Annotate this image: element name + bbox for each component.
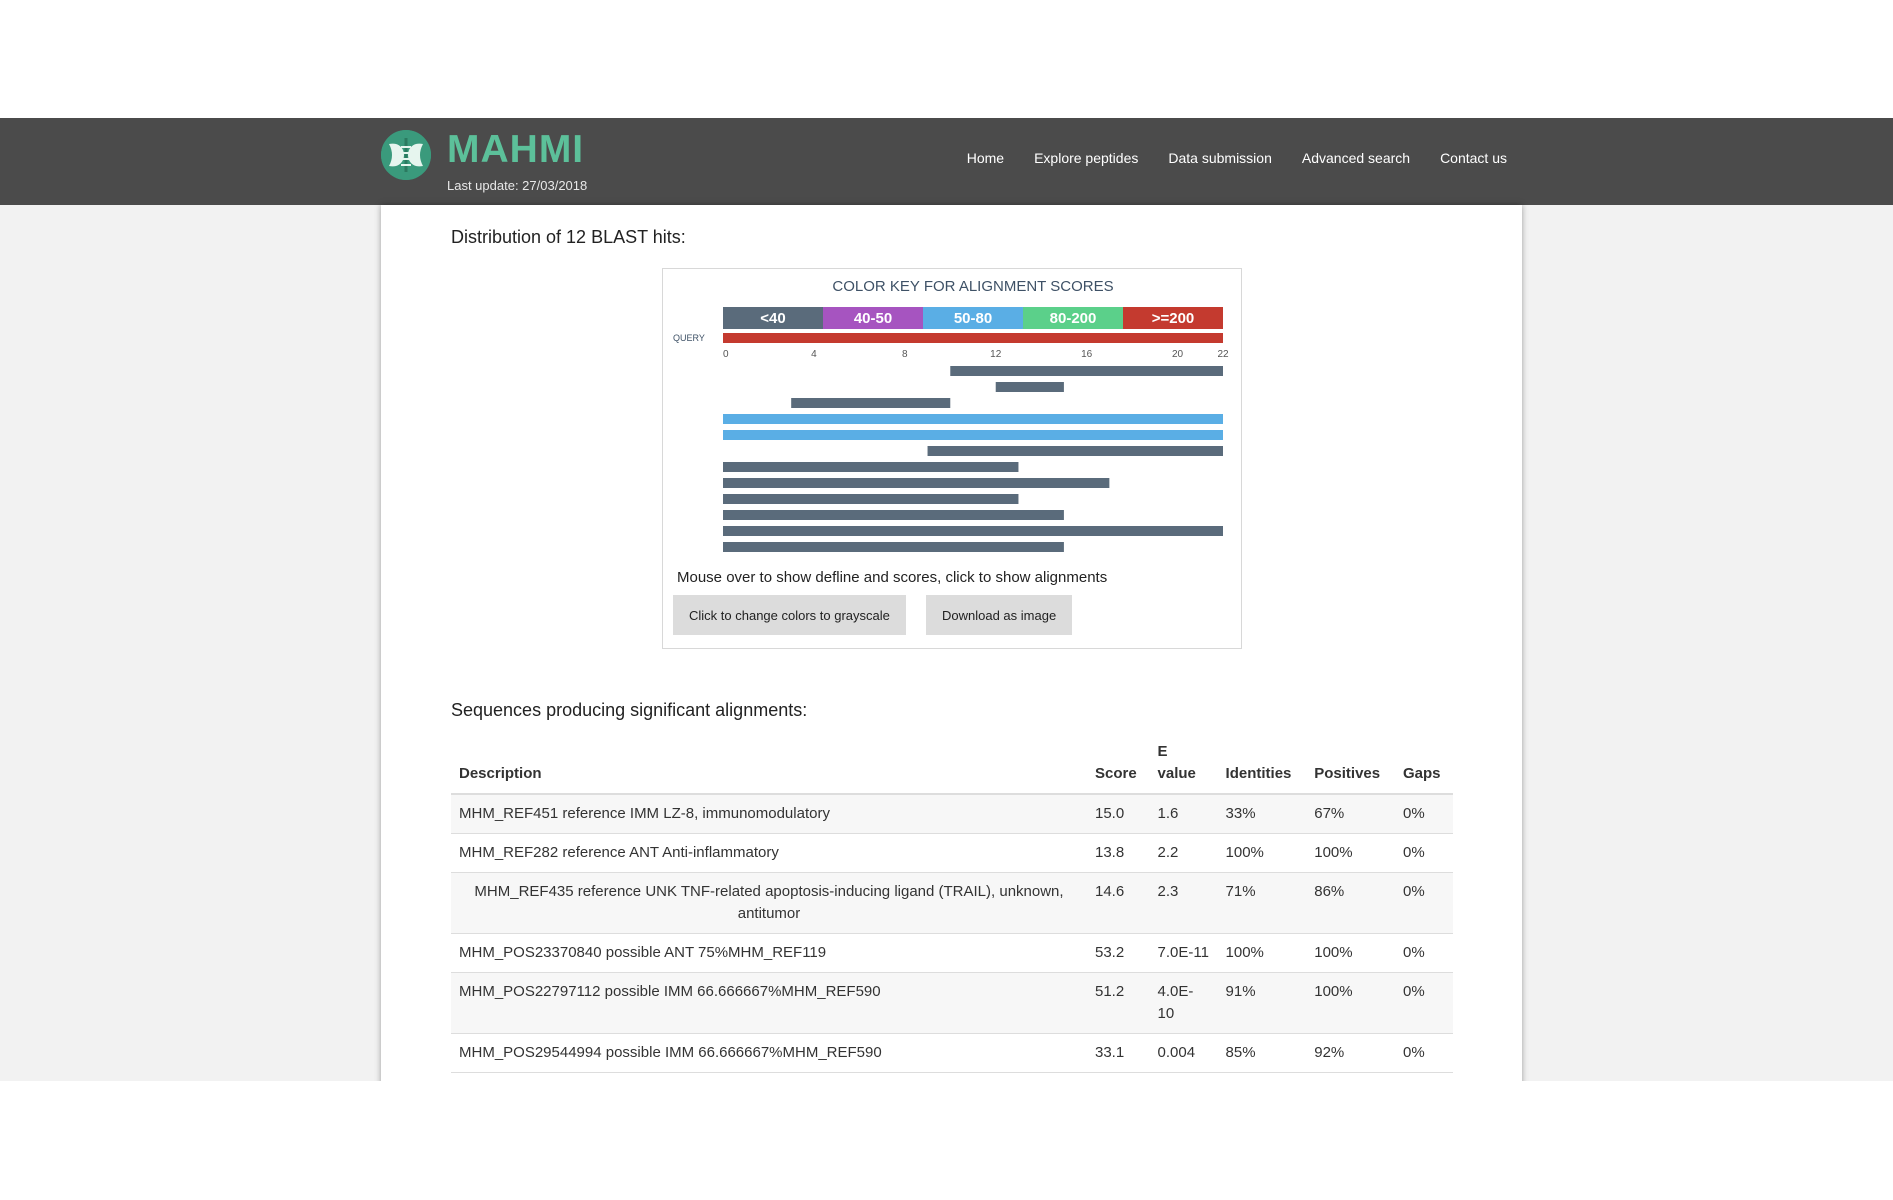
query-label: QUERY [673,333,705,343]
cell-positives: 100% [1306,972,1395,1034]
distribution-title: Distribution of 12 BLAST hits: [451,227,686,247]
cell-score: 15.0 [1087,794,1150,834]
table-row[interactable]: MHM_REF435 reference UNK TNF-related apo… [451,872,1453,934]
cell-evalue: 1.6 [1149,794,1218,834]
hit-bar[interactable] [950,366,1223,376]
col-score: Score [1087,735,1150,795]
hit-bar[interactable] [723,478,1110,488]
cell-score: 14.6 [1087,872,1150,934]
col-gaps: Gaps [1394,735,1453,795]
col-evalue-line2: value [1157,765,1196,782]
table-row[interactable]: MHM_POS23370840 possible ANT 75%MHM_REF1… [451,933,1453,973]
tick-label: 4 [811,349,817,360]
cell-identities: 71% [1217,872,1307,934]
cell-identities: 100% [1217,933,1307,973]
cell-positives: 100% [1306,833,1395,873]
color-key-label: 80-200 [1050,310,1097,327]
cell-description[interactable]: MHM_POS22797112 possible IMM 66.666667%M… [451,972,1087,1034]
nav-home[interactable]: Home [967,150,1004,166]
hit-bar[interactable] [723,414,1223,424]
tick-label: 20 [1172,349,1184,360]
table-row[interactable]: MHM_REF451 reference IMM LZ-8, immunomod… [451,794,1453,834]
cell-gaps: 0% [1394,872,1453,934]
hit-bar[interactable] [791,398,951,408]
tick-label: 12 [990,349,1002,360]
cell-gaps: 0% [1394,1033,1453,1073]
browser-viewport: MAHMI Last update: 27/03/2018 Home Explo… [0,118,1893,1081]
cell-identities: 33% [1217,794,1307,834]
blast-hit-map: COLOR KEY FOR ALIGNMENT SCORES <40 40-50 50… [673,278,1229,552]
hit-bar[interactable] [723,510,1064,520]
cell-gaps: 0% [1394,794,1453,834]
color-key-label: >=200 [1152,310,1195,327]
nav-explore-peptides[interactable]: Explore peptides [1034,150,1138,166]
cell-description[interactable]: MHM_POS29544994 possible IMM 66.666667%M… [451,1033,1087,1073]
nav-advanced-search[interactable]: Advanced search [1302,150,1410,166]
cell-description[interactable]: MHM_REF435 reference UNK TNF-related apo… [451,872,1087,934]
table-row[interactable]: MHM_POS29544994 possible IMM 66.666667%M… [451,1033,1453,1073]
grayscale-button[interactable]: Click to change colors to grayscale [673,595,906,635]
col-positives: Positives [1306,735,1395,795]
hit-bar[interactable] [723,526,1223,536]
brand-title: MAHMI [447,128,585,171]
cell-positives: 67% [1306,794,1395,834]
table-row[interactable]: MHM_POS22797112 possible IMM 66.666667%M… [451,972,1453,1034]
color-key-title: COLOR KEY FOR ALIGNMENT SCORES [832,278,1113,295]
cell-description[interactable]: MHM_POS23370840 possible ANT 75%MHM_REF1… [451,933,1087,973]
hit-bar[interactable] [723,542,1064,552]
table-header-row: Description Score Evalue Identities Posi… [451,735,1453,795]
cell-positives: 92% [1306,1033,1395,1073]
download-image-button[interactable]: Download as image [926,595,1073,635]
table-row[interactable]: MHM_REF282 reference ANT Anti-inflammato… [451,833,1453,873]
col-identities: Identities [1217,735,1307,795]
cell-positives: 100% [1306,933,1395,973]
cell-score: 51.2 [1087,972,1150,1034]
last-update: Last update: 27/03/2018 [447,178,588,193]
nav-contact-us[interactable]: Contact us [1440,150,1507,166]
cell-gaps: 0% [1394,833,1453,873]
hit-bar[interactable] [723,462,1019,472]
color-key-label: <40 [760,310,785,327]
cell-gaps: 0% [1394,933,1453,973]
main-content: Distribution of 12 BLAST hits: COLOR KEY… [381,205,1522,1081]
cell-evalue: 2.2 [1149,833,1218,873]
hit-bar[interactable] [723,494,1019,504]
graph-hint: Mouse over to show defline and scores, c… [677,569,1108,586]
color-key-label: 50-80 [954,310,992,327]
cell-score: 13.8 [1087,833,1150,873]
cell-evalue: 7.0E-11 [1149,933,1218,973]
cell-identities: 85% [1217,1033,1307,1073]
hit-bar[interactable] [995,382,1064,392]
color-key-label: 40-50 [854,310,892,327]
cell-identities: 91% [1217,972,1307,1034]
navbar: MAHMI Last update: 27/03/2018 Home Explo… [0,118,1893,205]
cell-evalue: 0.004 [1149,1033,1218,1073]
col-evalue-line1: E [1157,743,1168,760]
tick-label: 0 [723,349,729,360]
col-evalue: Evalue [1149,735,1218,795]
hit-bar[interactable] [723,430,1223,440]
cell-evalue: 2.3 [1149,872,1218,934]
query-bar [723,333,1223,343]
tick-label: 16 [1081,349,1093,360]
alignments-table: Description Score Evalue Identities Posi… [451,735,1453,1073]
cell-gaps: 0% [1394,972,1453,1034]
main-nav: Home Explore peptides Data submission Ad… [967,150,1507,166]
nav-data-submission[interactable]: Data submission [1168,150,1272,166]
cell-identities: 100% [1217,833,1307,873]
cell-evalue: 4.0E-10 [1149,972,1218,1034]
cell-score: 53.2 [1087,933,1150,973]
alignments-title: Sequences producing significant alignmen… [451,700,808,720]
cell-description[interactable]: MHM_REF282 reference ANT Anti-inflammato… [451,833,1087,873]
cell-positives: 86% [1306,872,1395,934]
cell-score: 33.1 [1087,1033,1150,1073]
cell-description[interactable]: MHM_REF451 reference IMM LZ-8, immunomod… [451,794,1087,834]
mahmi-logo-icon [381,130,431,180]
blast-graphic: COLOR KEY FOR ALIGNMENT SCORES <40 40-50 50… [662,268,1242,649]
tick-label: 8 [902,349,908,360]
tick-label: 22 [1217,349,1229,360]
hit-bar[interactable] [927,446,1223,456]
col-description: Description [451,735,1087,795]
